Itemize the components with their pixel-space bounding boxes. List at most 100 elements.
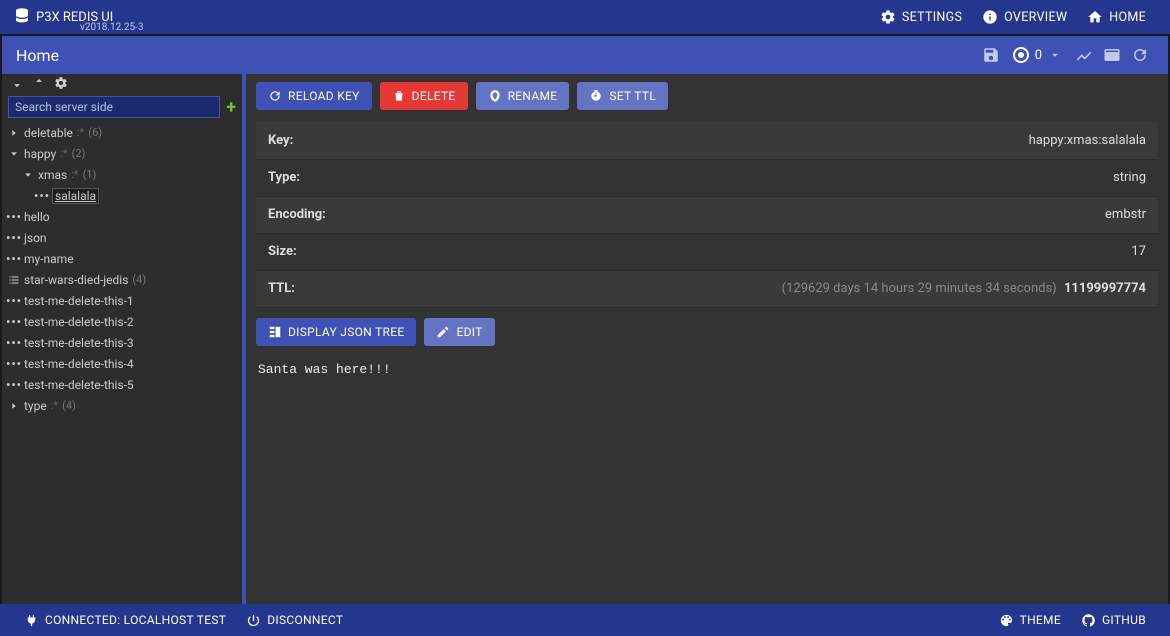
encoding-label: Encoding: (256, 196, 416, 233)
key-icon: ••• (8, 336, 20, 350)
tree-row-xmas[interactable]: xmas :* (1) (2, 164, 242, 185)
key-icon: ••• (8, 294, 20, 308)
caret-down-icon (22, 170, 34, 180)
tree-item-pattern: :* (71, 168, 78, 181)
delete-button[interactable]: DELETE (380, 82, 468, 110)
plug-icon (24, 613, 39, 628)
power-icon (246, 613, 261, 628)
refresh-icon[interactable] (1126, 41, 1154, 69)
value-button-row: DISPLAY JSON TREE EDIT (256, 318, 1158, 346)
key-icon: ••• (8, 231, 20, 245)
tree-item-label: json (24, 231, 47, 245)
tree-row-star-wars-died-jedis[interactable]: star-wars-died-jedis(4) (2, 269, 242, 290)
palette-icon (999, 613, 1014, 628)
github-label: GITHUB (1102, 613, 1146, 627)
overview-label: OVERVIEW (1004, 10, 1067, 25)
disconnect-button[interactable]: DISCONNECT (236, 613, 353, 628)
tree-item-pattern: :* (77, 126, 84, 139)
key-icon: ••• (8, 315, 20, 329)
tree-item-label: type (24, 399, 47, 413)
connection-status[interactable]: CONNECTED: LOCALHOST TEST (14, 613, 236, 628)
overview-button[interactable]: OVERVIEW (972, 9, 1077, 25)
tree-row-type[interactable]: type :* (4) (2, 395, 242, 416)
key-icon: ••• (8, 357, 20, 371)
tree-item-label: hello (24, 210, 50, 224)
sidebar: + deletable :* (6) happy :* (2) xmas :* (1) •••sa… (2, 74, 246, 604)
display-json-tree-button[interactable]: DISPLAY JSON TREE (256, 318, 416, 346)
tree-item-label: xmas (38, 168, 67, 182)
delete-label: DELETE (412, 89, 456, 103)
db-index-picker[interactable]: 0 (1005, 47, 1070, 63)
tree-item-label: deletable (24, 126, 73, 140)
home-icon (1087, 9, 1103, 25)
search-row: + (2, 96, 242, 122)
set-ttl-button[interactable]: SET TTL (577, 82, 668, 110)
tree-item-count: (2) (72, 147, 86, 160)
info-row-key: Key: happy:xmas:salalala (256, 122, 1158, 159)
reload-label: RELOAD KEY (288, 89, 360, 103)
gear-icon (880, 9, 896, 25)
pencil-icon (436, 325, 450, 339)
ttl-value-cell: (129629 days 14 hours 29 minutes 34 seco… (416, 270, 1158, 307)
rename-button[interactable]: RENAME (476, 82, 570, 110)
info-row-type: Type: string (256, 159, 1158, 196)
connection-label: CONNECTED: LOCALHOST TEST (45, 613, 226, 627)
tree-settings-icon[interactable] (54, 76, 68, 94)
disconnect-label: DISCONNECT (267, 613, 343, 627)
tree-row-salalala[interactable]: •••salalala (2, 185, 242, 206)
radio-checked-icon (1013, 47, 1029, 63)
tree-row-deletable[interactable]: deletable :* (6) (2, 122, 242, 143)
tree-item-pattern: :* (60, 147, 67, 160)
add-key-icon[interactable]: + (224, 97, 238, 118)
home-button[interactable]: HOME (1077, 9, 1156, 25)
tree-item-count: (6) (88, 126, 102, 139)
ttl-value: 11199997774 (1064, 281, 1146, 296)
edit-button[interactable]: EDIT (424, 318, 494, 346)
json-tree-label: DISPLAY JSON TREE (288, 325, 404, 339)
tree-row-happy[interactable]: happy :* (2) (2, 143, 242, 164)
info-row-encoding: Encoding: embstr (256, 196, 1158, 233)
tree-item-count: (4) (132, 273, 146, 286)
save-icon[interactable] (977, 41, 1005, 69)
settings-button[interactable]: SETTINGS (870, 9, 972, 25)
tree-icon (268, 325, 282, 339)
collapse-all-icon[interactable] (32, 76, 46, 94)
tree-row-test-me-delete-this-1[interactable]: •••test-me-delete-this-1 (2, 290, 242, 311)
tree-toolbar (2, 74, 242, 96)
tree-row-hello[interactable]: ••• hello (2, 206, 242, 227)
encoding-value: embstr (416, 196, 1158, 233)
key-icon: ••• (8, 252, 20, 266)
size-label: Size: (256, 233, 416, 270)
key-icon: ••• (8, 210, 20, 224)
caret-right-icon (8, 401, 20, 411)
tree-row-my-name[interactable]: •••my-name (2, 248, 242, 269)
set-ttl-label: SET TTL (609, 89, 656, 103)
type-value: string (416, 159, 1158, 196)
github-button[interactable]: GITHUB (1071, 613, 1156, 628)
version-label: v2018.12.25-3 (80, 22, 143, 33)
tree-row-test-me-delete-this-5[interactable]: •••test-me-delete-this-5 (2, 374, 242, 395)
tree-item-label: happy (24, 147, 56, 161)
sub-header: Home 0 (2, 36, 1168, 74)
tree-row-test-me-delete-this-4[interactable]: ••• test-me-delete-this-4 (2, 353, 242, 374)
theme-button[interactable]: THEME (989, 613, 1071, 628)
tree-row-test-me-delete-this-2[interactable]: •••test-me-delete-this-2 (2, 311, 242, 332)
info-icon (982, 9, 998, 25)
key-label: Key: (256, 122, 416, 159)
tree-item-pattern: :* (51, 399, 58, 412)
tree-item-label: test-me-delete-this-4 (24, 357, 134, 371)
tree: deletable :* (6) happy :* (2) xmas :* (1) •••sala… (2, 122, 242, 604)
chart-icon[interactable] (1070, 41, 1098, 69)
tree-item-count: (4) (62, 399, 76, 412)
reload-key-button[interactable]: RELOAD KEY (256, 82, 372, 110)
tree-row-json[interactable]: ••• json (2, 227, 242, 248)
tree-item-count: (1) (83, 168, 97, 181)
type-label: Type: (256, 159, 416, 196)
expand-all-icon[interactable] (10, 76, 24, 94)
caret-down-icon (8, 149, 20, 159)
card-icon[interactable] (1098, 41, 1126, 69)
tree-row-test-me-delete-this-3[interactable]: •••test-me-delete-this-3 (2, 332, 242, 353)
info-row-size: Size: 17 (256, 233, 1158, 270)
github-icon (1081, 613, 1096, 628)
search-input[interactable] (8, 96, 220, 118)
